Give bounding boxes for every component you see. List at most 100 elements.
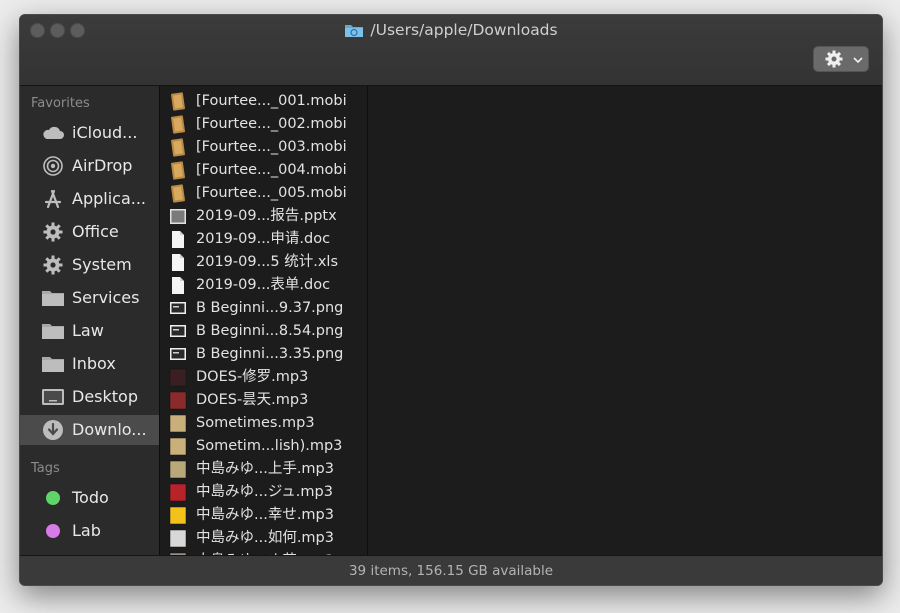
file-name: [Fourtee..._005.mobi bbox=[196, 185, 347, 201]
file-row[interactable]: [Fourtee..._004.mobi bbox=[160, 159, 367, 182]
file-row[interactable]: B Beginni...8.54.png bbox=[160, 320, 367, 343]
sidebar-item-inbox[interactable]: Inbox bbox=[20, 349, 159, 379]
file-row[interactable]: Sometim...lish).mp3 bbox=[160, 435, 367, 458]
image-file-icon bbox=[170, 348, 186, 360]
file-name: B Beginni...3.35.png bbox=[196, 346, 344, 362]
file-row[interactable]: 2019-09...5 统计.xls bbox=[160, 251, 367, 274]
sidebar-tag-lab[interactable]: Lab bbox=[20, 516, 159, 546]
sidebar-item-label: Law bbox=[72, 321, 104, 340]
sidebar-item-law[interactable]: Law bbox=[20, 316, 159, 346]
sidebar-tag-todo[interactable]: Todo bbox=[20, 483, 159, 513]
folder-icon bbox=[42, 291, 64, 306]
book-file-icon bbox=[171, 161, 185, 180]
file-row[interactable]: DOES-修罗.mp3 bbox=[160, 366, 367, 389]
file-row[interactable]: 2019-09...申请.doc bbox=[160, 228, 367, 251]
sidebar-item-label: System bbox=[72, 255, 132, 274]
preview-column bbox=[368, 86, 882, 555]
status-bar: 39 items, 156.15 GB available bbox=[20, 555, 882, 585]
file-name: 中島みゆ...上手.mp3 bbox=[196, 461, 334, 477]
image-file-icon bbox=[170, 302, 186, 314]
chevron-down-icon bbox=[853, 57, 863, 64]
file-row[interactable]: Sometimes.mp3 bbox=[160, 412, 367, 435]
music-file-icon bbox=[169, 437, 187, 456]
sidebar-item-label: Desktop bbox=[72, 387, 138, 406]
book-file-icon bbox=[171, 115, 185, 134]
sidebar: Favorites iCloud... AirDrop Applica... O… bbox=[20, 86, 159, 555]
sidebar-item-label: iCloud... bbox=[72, 123, 138, 142]
file-name: 2019-09...申请.doc bbox=[196, 231, 331, 247]
file-name: DOES-昙天.mp3 bbox=[196, 392, 309, 408]
music-file-icon bbox=[169, 460, 187, 479]
file-row[interactable]: DOES-昙天.mp3 bbox=[160, 389, 367, 412]
sidebar-item-label: Todo bbox=[72, 488, 109, 507]
folder-icon bbox=[42, 324, 64, 339]
downloads-icon bbox=[43, 420, 63, 440]
file-row[interactable]: [Fourtee..._002.mobi bbox=[160, 113, 367, 136]
sidebar-item-label: Services bbox=[72, 288, 140, 307]
tags-header: Tags bbox=[31, 461, 60, 476]
file-row[interactable]: 中島みゆ...如何.mp3 bbox=[160, 527, 367, 550]
music-file-icon bbox=[169, 506, 187, 525]
file-name: [Fourtee..._003.mobi bbox=[196, 139, 347, 155]
file-row[interactable]: 中島みゆ...ジュ.mp3 bbox=[160, 481, 367, 504]
file-name: [Fourtee..._004.mobi bbox=[196, 162, 347, 178]
tag-color-dot bbox=[46, 524, 60, 538]
finder-window: /Users/apple/Downloads Favorites iCloud.… bbox=[19, 14, 883, 586]
gear-folder-icon bbox=[43, 222, 63, 242]
document-file-icon bbox=[172, 231, 184, 248]
cloud-icon bbox=[43, 126, 64, 139]
airdrop-icon bbox=[43, 156, 63, 176]
music-file-icon bbox=[169, 368, 187, 387]
file-name: 2019-09...报告.pptx bbox=[196, 208, 337, 224]
document-file-icon bbox=[172, 277, 184, 294]
music-file-icon bbox=[169, 391, 187, 410]
music-file-icon bbox=[169, 483, 187, 502]
book-file-icon bbox=[171, 92, 185, 111]
sidebar-item-label: Applica... bbox=[72, 189, 147, 208]
file-name: 2019-09...5 统计.xls bbox=[196, 254, 339, 270]
presentation-file-icon bbox=[170, 209, 186, 224]
sidebar-item-office[interactable]: Office bbox=[20, 217, 159, 247]
file-name: 中島みゆ...ジュ.mp3 bbox=[196, 484, 333, 500]
sidebar-item-desktop[interactable]: Desktop bbox=[20, 382, 159, 412]
file-row[interactable]: B Beginni...3.35.png bbox=[160, 343, 367, 366]
file-row[interactable]: 2019-09...表单.doc bbox=[160, 274, 367, 297]
file-row[interactable]: B Beginni...9.37.png bbox=[160, 297, 367, 320]
desktop-icon bbox=[42, 389, 64, 405]
file-name: B Beginni...8.54.png bbox=[196, 323, 344, 339]
action-menu-button[interactable] bbox=[813, 46, 869, 72]
gear-icon bbox=[825, 50, 843, 68]
file-name: Sometim...lish).mp3 bbox=[196, 438, 343, 454]
file-row[interactable]: [Fourtee..._005.mobi bbox=[160, 182, 367, 205]
sidebar-item-label: AirDrop bbox=[72, 156, 133, 175]
file-row[interactable]: [Fourtee..._001.mobi bbox=[160, 90, 367, 113]
book-file-icon bbox=[171, 138, 185, 157]
downloads-folder-icon bbox=[345, 25, 364, 37]
file-name: 2019-09...表单.doc bbox=[196, 277, 331, 293]
folder-icon bbox=[42, 357, 64, 372]
music-file-icon bbox=[169, 414, 187, 433]
title-bar: /Users/apple/Downloads bbox=[20, 15, 882, 86]
file-name: [Fourtee..._002.mobi bbox=[196, 116, 347, 132]
sidebar-item-airdrop[interactable]: AirDrop bbox=[20, 151, 159, 181]
file-row[interactable]: 2019-09...报告.pptx bbox=[160, 205, 367, 228]
file-name: B Beginni...9.37.png bbox=[196, 300, 344, 316]
file-name: [Fourtee..._001.mobi bbox=[196, 93, 347, 109]
sidebar-item-label: Office bbox=[72, 222, 119, 241]
file-row[interactable]: [Fourtee..._003.mobi bbox=[160, 136, 367, 159]
status-text: 39 items, 156.15 GB available bbox=[348, 563, 554, 579]
image-file-icon bbox=[170, 325, 186, 337]
file-row[interactable]: 中島みゆ...上手.mp3 bbox=[160, 458, 367, 481]
sidebar-item-downloads[interactable]: Downlo... bbox=[20, 415, 159, 445]
window-title: /Users/apple/Downloads bbox=[20, 19, 882, 41]
file-row[interactable]: 中島みゆ...幸せ.mp3 bbox=[160, 504, 367, 527]
sidebar-item-system[interactable]: System bbox=[20, 250, 159, 280]
document-file-icon bbox=[172, 254, 184, 271]
file-name: Sometimes.mp3 bbox=[196, 415, 315, 431]
sidebar-item-applications[interactable]: Applica... bbox=[20, 184, 159, 214]
favorites-header: Favorites bbox=[31, 96, 90, 111]
file-column: [Fourtee..._001.mobi [Fourtee..._002.mobi… bbox=[160, 86, 367, 555]
file-name: 中島みゆ...幸せ.mp3 bbox=[196, 507, 334, 523]
sidebar-item-services[interactable]: Services bbox=[20, 283, 159, 313]
sidebar-item-icloud[interactable]: iCloud... bbox=[20, 118, 159, 148]
